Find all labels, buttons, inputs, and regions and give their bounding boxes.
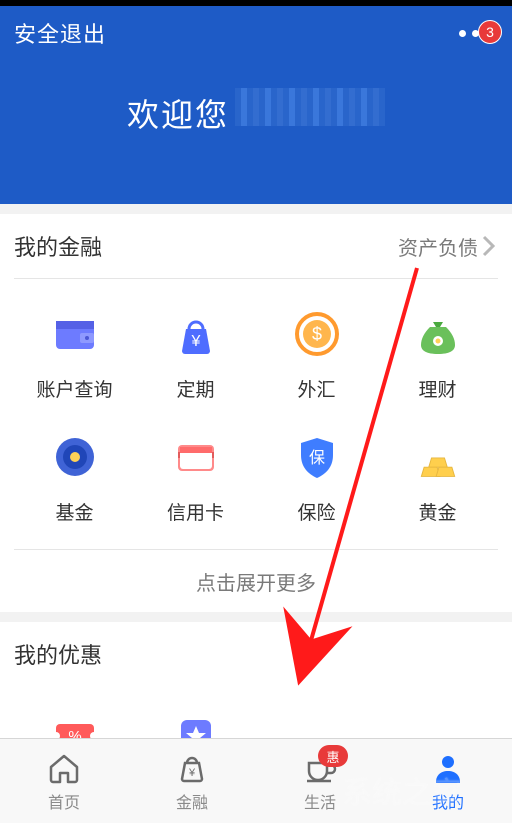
dot-icon — [459, 30, 466, 37]
person-icon — [429, 749, 467, 787]
dollar-circle-icon: $ — [292, 309, 342, 359]
nav-label: 首页 — [48, 789, 80, 813]
finance-item-bag-yen[interactable]: ¥ 定期 — [135, 309, 256, 402]
finance-item-label: 信用卡 — [167, 498, 224, 525]
finance-card: 我的金融 资产负债 账户查询¥ 定期$ 外汇 理财 基金 信用卡保 保险 黄金 … — [0, 214, 512, 612]
wallet-icon — [50, 309, 100, 359]
finance-header: 我的金融 资产负债 — [14, 214, 498, 279]
header-top: 安全退出 3 — [0, 6, 512, 56]
finance-item-label: 黄金 — [418, 498, 456, 525]
credit-card-icon — [171, 432, 221, 482]
notification-badge: 3 — [478, 20, 502, 44]
welcome-row: 欢迎您 — [0, 56, 512, 204]
gold-bars-icon — [413, 432, 463, 482]
assets-link[interactable]: 资产负债 — [398, 232, 498, 261]
finance-item-label: 外汇 — [297, 375, 335, 402]
bottom-nav: 首页¥ 金融惠 生活 我的 — [0, 738, 512, 823]
finance-item-wallet[interactable]: 账户查询 — [14, 309, 135, 402]
money-bag-icon — [413, 309, 463, 359]
nav-cup[interactable]: 惠 生活 — [256, 739, 384, 823]
welcome-text: 欢迎您 — [127, 90, 229, 136]
svg-text:¥: ¥ — [188, 767, 196, 779]
finance-item-coin[interactable]: 基金 — [14, 432, 135, 525]
shield-bao-icon: 保 — [292, 432, 342, 482]
username-redacted — [235, 88, 385, 126]
finance-item-label: 定期 — [176, 375, 214, 402]
nav-bag[interactable]: ¥ 金融 — [128, 739, 256, 823]
nav-label: 金融 — [176, 789, 208, 813]
header: 安全退出 3 欢迎您 — [0, 6, 512, 204]
nav-person[interactable]: 我的 — [384, 739, 512, 823]
expand-more-button[interactable]: 点击展开更多 — [14, 549, 498, 612]
finance-grid: 账户查询¥ 定期$ 外汇 理财 基金 信用卡保 保险 黄金 — [14, 279, 498, 549]
nav-home[interactable]: 首页 — [0, 739, 128, 823]
bag-yen-icon: ¥ — [171, 309, 221, 359]
logout-button[interactable]: 安全退出 — [14, 17, 106, 49]
chevron-right-icon — [480, 233, 498, 259]
nav-badge: 惠 — [318, 745, 348, 767]
finance-item-label: 理财 — [418, 375, 456, 402]
svg-text:保: 保 — [308, 449, 324, 467]
finance-item-gold-bars[interactable]: 黄金 — [377, 432, 498, 525]
coin-icon — [50, 432, 100, 482]
finance-item-label: 账户查询 — [36, 375, 112, 402]
finance-title: 我的金融 — [14, 230, 102, 262]
more-menu-button[interactable]: 3 — [459, 30, 498, 37]
finance-item-dollar-circle[interactable]: $ 外汇 — [256, 309, 377, 402]
svg-text:$: $ — [311, 324, 321, 344]
assets-link-label: 资产负债 — [398, 232, 478, 261]
svg-text:¥: ¥ — [190, 333, 200, 350]
bag-icon: ¥ — [173, 749, 211, 787]
finance-item-shield-bao[interactable]: 保 保险 — [256, 432, 377, 525]
finance-item-label: 基金 — [55, 498, 93, 525]
finance-item-money-bag[interactable]: 理财 — [377, 309, 498, 402]
home-icon — [45, 749, 83, 787]
finance-item-credit-card[interactable]: 信用卡 — [135, 432, 256, 525]
nav-label: 生活 — [304, 789, 336, 813]
promo-title: 我的优惠 — [14, 638, 102, 670]
promo-header: 我的优惠 — [14, 622, 498, 686]
nav-label: 我的 — [432, 789, 464, 813]
finance-item-label: 保险 — [297, 498, 335, 525]
